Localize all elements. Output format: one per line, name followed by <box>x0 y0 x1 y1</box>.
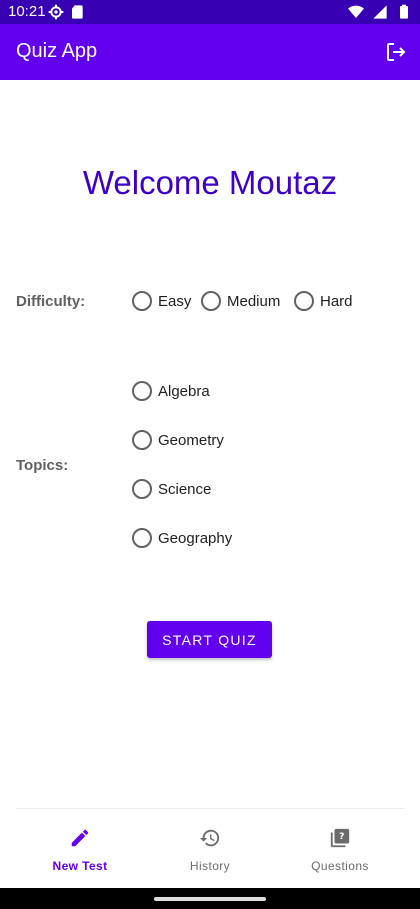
radio-circle-icon <box>201 291 221 311</box>
radio-label: Hard <box>320 292 353 310</box>
start-quiz-button[interactable]: START QUIZ <box>147 621 272 658</box>
wifi-icon <box>348 5 364 18</box>
status-time: 10:21 <box>8 3 46 20</box>
nav-label-new-test: New Test <box>52 859 108 873</box>
nav-history[interactable]: History <box>140 809 280 888</box>
radio-label: Medium <box>227 292 281 310</box>
difficulty-medium-radio[interactable]: Medium <box>201 291 280 311</box>
history-icon <box>199 829 220 847</box>
topic-algebra-radio[interactable]: Algebra <box>132 381 210 401</box>
radio-circle-icon <box>132 528 152 548</box>
radio-label: Geometry <box>158 431 224 449</box>
radio-circle-icon <box>294 291 314 311</box>
settings-icon <box>48 4 64 20</box>
bottom-navigation: New Test History ? Questions <box>0 809 420 888</box>
topics-label: Topics: <box>16 457 69 474</box>
logout-icon[interactable] <box>384 40 408 64</box>
radio-circle-icon <box>132 381 152 401</box>
nav-new-test[interactable]: New Test <box>10 809 150 888</box>
nav-label-questions: Questions <box>311 859 369 873</box>
signal-icon <box>373 5 387 19</box>
pencil-icon <box>71 829 89 847</box>
difficulty-hard-radio[interactable]: Hard <box>294 291 353 311</box>
battery-icon <box>400 4 408 19</box>
sd-card-icon <box>72 5 83 19</box>
topic-geometry-radio[interactable]: Geometry <box>132 430 224 450</box>
topic-science-radio[interactable]: Science <box>132 479 211 499</box>
radio-label: Geography <box>158 529 233 547</box>
status-bar: 10:21 <box>0 0 420 24</box>
radio-circle-icon <box>132 291 152 311</box>
topic-geography-radio[interactable]: Geography <box>132 528 232 548</box>
nav-label-history: History <box>189 859 231 873</box>
app-bar: Quiz App <box>0 24 420 80</box>
nav-questions[interactable]: ? Questions <box>270 809 410 888</box>
welcome-heading: Welcome Moutaz <box>82 164 338 201</box>
radio-label: Easy <box>158 292 192 310</box>
radio-circle-icon <box>132 430 152 450</box>
questions-icon: ? <box>330 828 350 848</box>
difficulty-easy-radio[interactable]: Easy <box>132 291 191 311</box>
home-gesture-handle[interactable] <box>154 897 266 901</box>
svg-text:?: ? <box>339 831 344 842</box>
radio-circle-icon <box>132 479 152 499</box>
app-title: Quiz App <box>16 40 98 62</box>
radio-label: Science <box>158 480 212 498</box>
difficulty-label: Difficulty: <box>16 293 86 310</box>
radio-label: Algebra <box>158 382 210 400</box>
